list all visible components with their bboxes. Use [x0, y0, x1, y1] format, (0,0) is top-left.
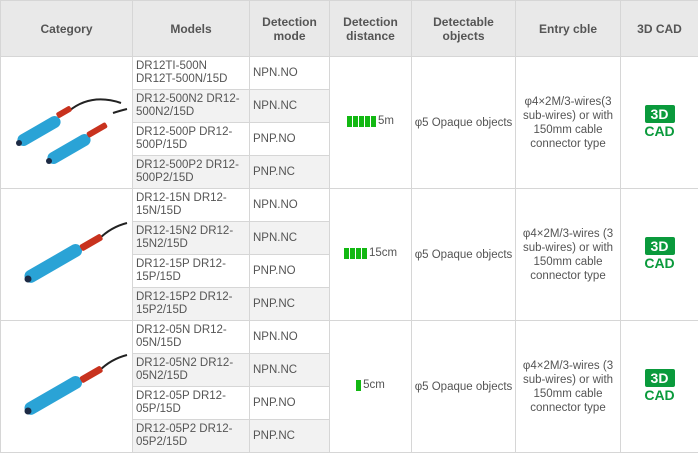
distance-label: 15cm: [368, 247, 398, 260]
sensor-photo: [24, 353, 128, 415]
table-row: DR12TI-500N DR12T-500N/15D NPN.NO 5m φ5 Opa…: [0, 56, 698, 189]
model-cell: DR12-05N DR12-05N/15D: [132, 320, 250, 354]
objects-cell: φ5 Opaque objects: [411, 320, 516, 453]
header-distance: Detection distance: [329, 0, 412, 57]
category-image-cell: [0, 320, 133, 453]
model-cell: DR12-15N2 DR12-15N2/15D: [132, 221, 250, 255]
distance-bar-segment: [359, 115, 364, 127]
mode-cell: NPN.NO: [249, 188, 330, 222]
entry-cable-cell: φ4×2M/3-wires (3 sub-wires) or with 150m…: [515, 188, 621, 321]
header-row: Category Models Detection mode Detection…: [0, 0, 698, 57]
distance-bar-segment: [365, 115, 370, 127]
mode-cell: PNP.NO: [249, 254, 330, 288]
mode-cell: NPN.NC: [249, 353, 330, 387]
distance-bar-segment: [353, 115, 358, 127]
model-cell: DR12-500P DR12-500P/15D: [132, 122, 250, 156]
header-mode: Detection mode: [249, 0, 330, 57]
mode-cell: PNP.NO: [249, 386, 330, 420]
cad-download-icon[interactable]: 3D CAD: [644, 105, 676, 139]
cad-icon-top: 3D: [644, 105, 675, 123]
model-cell: DR12TI-500N DR12T-500N/15D: [132, 56, 250, 90]
category-image-cell: [0, 56, 133, 189]
cad-cell: 3D CAD: [620, 188, 698, 321]
model-cell: DR12-500P2 DR12-500P2/15D: [132, 155, 250, 189]
mode-cell: NPN.NO: [249, 56, 330, 90]
distance-bar-segment: [349, 247, 355, 259]
entry-cable-cell: φ4×2M/3-wires (3 sub-wires) or with 150m…: [515, 320, 621, 453]
header-models: Models: [132, 0, 250, 57]
distance-level-bar: [343, 247, 367, 259]
mode-cell: NPN.NC: [249, 221, 330, 255]
distance-bar-segment: [347, 115, 352, 127]
mode-cell: PNP.NO: [249, 122, 330, 156]
model-cell: DR12-05P2 DR12-05P2/15D: [132, 419, 250, 453]
cad-download-icon[interactable]: 3D CAD: [644, 237, 676, 271]
header-entry: Entry cble: [515, 0, 621, 57]
distance-label: 5cm: [363, 379, 385, 392]
distance-bar-segment: [343, 247, 349, 259]
model-cell: DR12-15P2 DR12-15P2/15D: [132, 287, 250, 321]
objects-cell: φ5 Opaque objects: [411, 56, 516, 189]
cad-icon-bottom: CAD: [644, 255, 675, 271]
sensor-photo: [16, 97, 128, 164]
header-category: Category: [0, 0, 133, 57]
model-cell: DR12-05P DR12-05P/15D: [132, 386, 250, 420]
distance-bar-segment: [361, 247, 367, 259]
mode-cell: NPN.NO: [249, 320, 330, 354]
cad-icon-top: 3D: [644, 369, 675, 387]
cad-cell: 3D CAD: [620, 56, 698, 189]
product-table: Category Models Detection mode Detection…: [0, 0, 698, 453]
table-row: DR12-05N DR12-05N/15D NPN.NO 5cm φ5 Opaque …: [0, 320, 698, 453]
distance-cell: 15cm: [329, 188, 412, 321]
distance-bar-segment: [356, 379, 362, 391]
model-cell: DR12-05N2 DR12-05N2/15D: [132, 353, 250, 387]
distance-level-bar: [347, 115, 376, 127]
model-cell: DR12-500N2 DR12-500N2/15D: [132, 89, 250, 123]
objects-cell: φ5 Opaque objects: [411, 188, 516, 321]
table-row: DR12-15N DR12-15N/15D NPN.NO 15cm φ5 Opaque…: [0, 188, 698, 321]
cad-icon-top: 3D: [644, 237, 675, 255]
cad-download-icon[interactable]: 3D CAD: [644, 369, 676, 403]
mode-cell: NPN.NC: [249, 89, 330, 123]
distance-label: 5m: [378, 115, 394, 128]
cad-icon-bottom: CAD: [644, 387, 675, 403]
distance-bar-segment: [371, 115, 376, 127]
sensor-photo: [24, 221, 128, 283]
cad-cell: 3D CAD: [620, 320, 698, 453]
model-cell: DR12-15P DR12-15P/15D: [132, 254, 250, 288]
distance-cell: 5m: [329, 56, 412, 189]
header-objects: Detectable objects: [411, 0, 516, 57]
model-cell: DR12-15N DR12-15N/15D: [132, 188, 250, 222]
category-image-cell: [0, 188, 133, 321]
mode-cell: PNP.NC: [249, 419, 330, 453]
mode-cell: PNP.NC: [249, 287, 330, 321]
distance-bar-segment: [355, 247, 361, 259]
header-cad: 3D CAD: [620, 0, 698, 57]
distance-level-bar: [356, 379, 362, 391]
distance-cell: 5cm: [329, 320, 412, 453]
entry-cable-cell: φ4×2M/3-wires(3 sub-wires) or with 150mm…: [515, 56, 621, 189]
mode-cell: PNP.NC: [249, 155, 330, 189]
cad-icon-bottom: CAD: [644, 123, 675, 139]
